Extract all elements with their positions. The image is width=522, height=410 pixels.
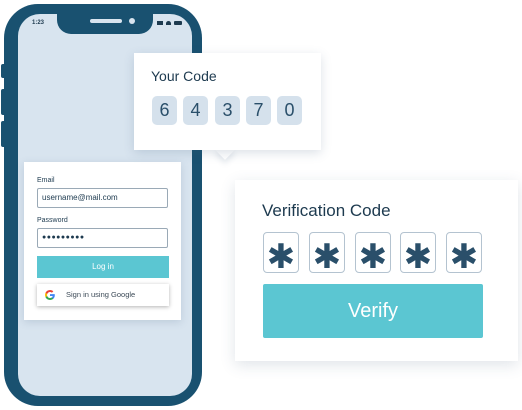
login-form-card: Email username@mail.com Password ●●●●●●●… xyxy=(24,162,181,320)
verification-title: Verification Code xyxy=(262,201,391,220)
battery-icon xyxy=(174,21,182,25)
phone-side-button xyxy=(1,64,6,78)
phone-volume-up-button xyxy=(1,89,6,115)
wifi-icon xyxy=(166,21,171,25)
email-field[interactable]: username@mail.com xyxy=(37,188,168,208)
login-button[interactable]: Log in xyxy=(37,256,169,278)
phone-volume-down-button xyxy=(1,121,6,147)
verify-button[interactable]: Verify xyxy=(263,284,483,338)
phone-notch xyxy=(57,14,153,34)
status-icons xyxy=(157,21,182,25)
code-input-3[interactable]: ✱ xyxy=(355,232,391,276)
email-label: Email xyxy=(37,177,55,184)
password-field[interactable]: ●●●●●●●●● xyxy=(37,228,168,248)
google-icon xyxy=(45,290,55,300)
code-input-5[interactable]: ✱ xyxy=(446,232,482,276)
verification-card: Verification Code ✱ ✱ ✱ ✱ ✱ Verify xyxy=(235,180,518,361)
code-digit: 6 xyxy=(152,96,177,125)
password-label: Password xyxy=(37,217,68,224)
code-popup: Your Code 6 4 3 7 0 xyxy=(134,53,321,150)
code-input-2[interactable]: ✱ xyxy=(309,232,345,276)
code-digit: 3 xyxy=(215,96,240,125)
code-digit: 0 xyxy=(277,96,302,125)
speaker-icon xyxy=(90,19,122,23)
code-digit: 4 xyxy=(183,96,208,125)
code-input-4[interactable]: ✱ xyxy=(400,232,436,276)
status-time: 1:23 xyxy=(32,20,45,26)
camera-icon xyxy=(129,18,135,24)
signal-icon xyxy=(157,21,163,25)
google-signin-label: Sign in using Google xyxy=(66,290,136,299)
code-digit: 7 xyxy=(246,96,271,125)
code-popup-title: Your Code xyxy=(151,68,217,84)
code-input-1[interactable]: ✱ xyxy=(263,232,299,276)
google-signin-button[interactable]: Sign in using Google xyxy=(37,284,169,306)
